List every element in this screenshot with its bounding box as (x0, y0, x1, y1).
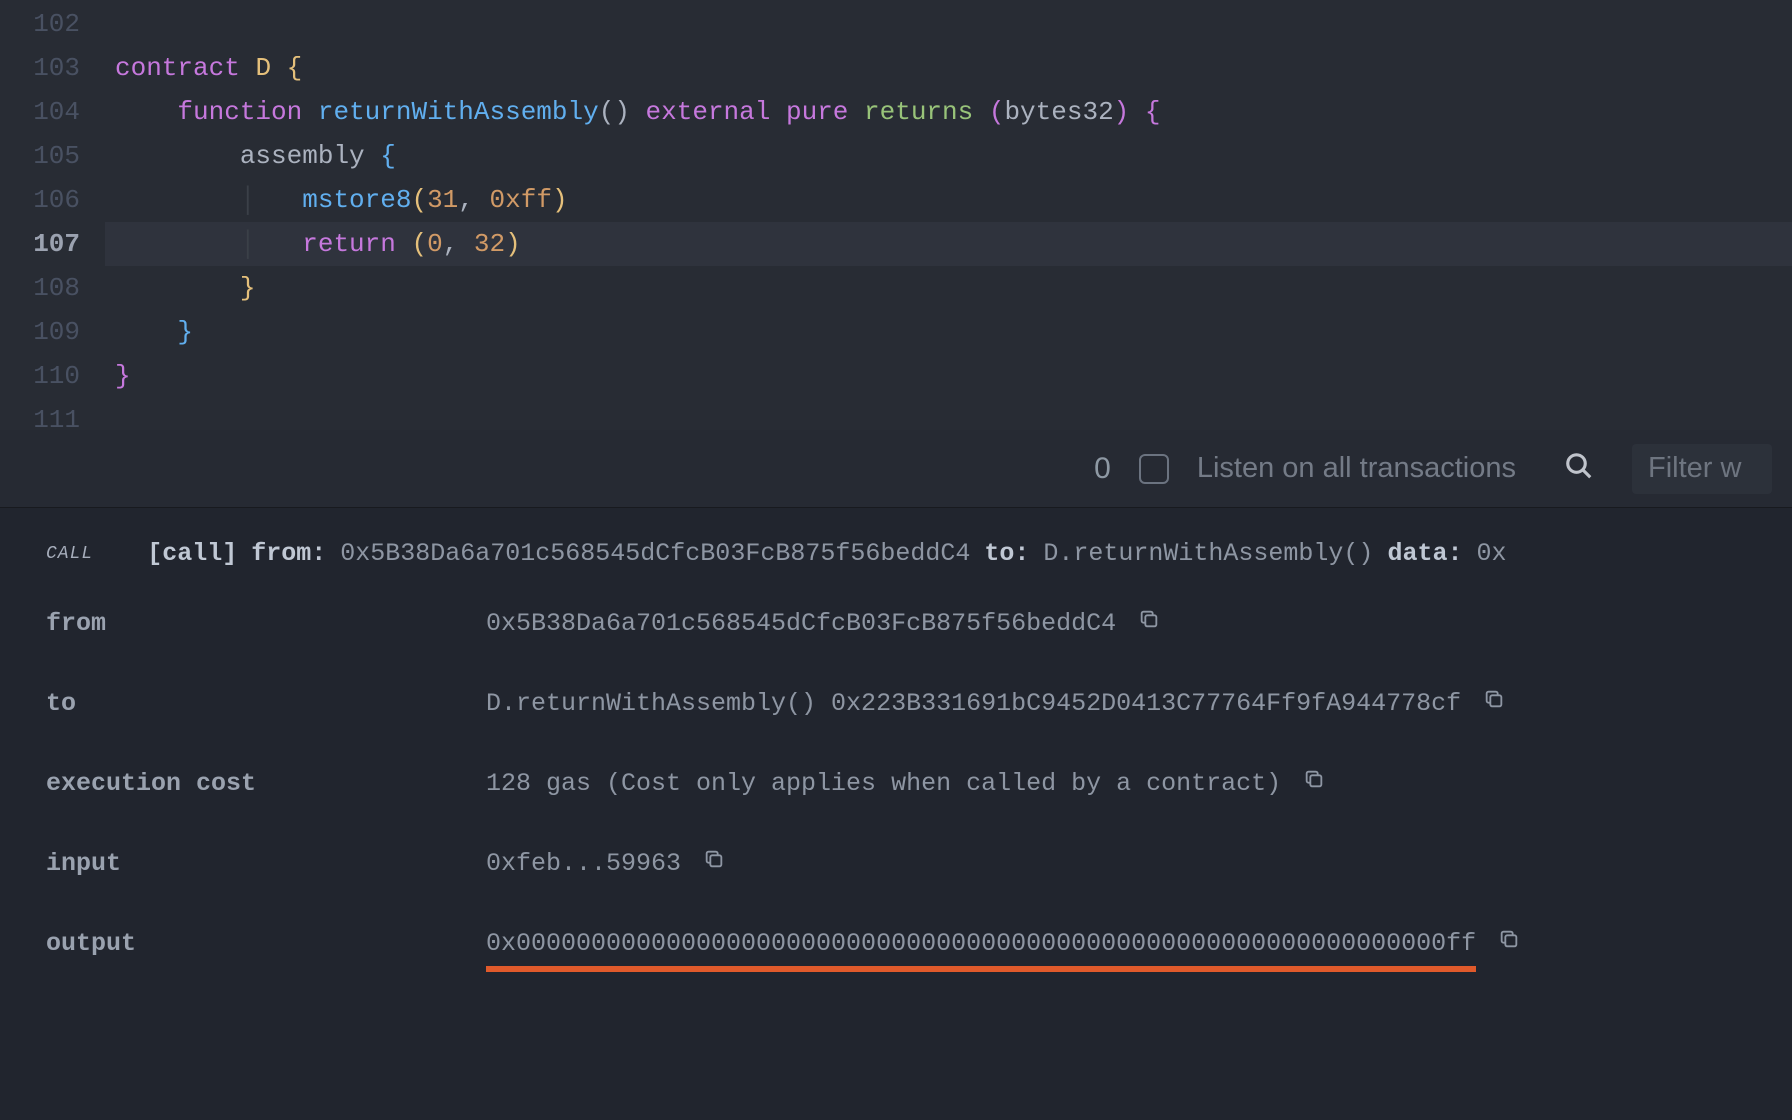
detail-cost-val: 128 gas (Cost only applies when called b… (486, 764, 1792, 804)
call-badge: CALL (46, 540, 93, 569)
summary-to-value: D.returnWithAssembly() (1043, 534, 1373, 574)
output-data: 0x00000000000000000000000000000000000000… (486, 929, 1476, 958)
copy-icon[interactable] (703, 844, 725, 884)
detail-to-key: to (46, 684, 486, 724)
summary-tag: [call] (147, 534, 237, 574)
summary-from-value: 0x5B38Da6a701c568545dCfcB03FcB875f56bedd… (340, 534, 970, 574)
line-number: 110 (0, 354, 80, 398)
line-number: 109 (0, 310, 80, 354)
line-number: 106 (0, 178, 80, 222)
copy-icon[interactable] (1498, 924, 1520, 964)
terminal-panel: 0 Listen on all transactions CALL [call]… (0, 430, 1792, 1120)
listen-all-label: Listen on all transactions (1197, 452, 1516, 485)
search-icon[interactable] (1564, 451, 1594, 486)
line-number: 103 (0, 46, 80, 90)
transaction-log: CALL [call] from: 0x5B38Da6a701c568545dC… (0, 508, 1792, 964)
code-line[interactable]: assembly { (115, 134, 1792, 178)
code-editor[interactable]: 102103104105106107108109110111 contract … (0, 0, 1792, 430)
filter-input[interactable] (1632, 444, 1772, 494)
summary-from-label: from: (251, 534, 326, 574)
code-line[interactable]: } (115, 310, 1792, 354)
copy-icon[interactable] (1303, 764, 1325, 804)
detail-input-val: 0xfeb...59963 (486, 844, 1792, 884)
code-content[interactable]: contract D { function returnWithAssembly… (105, 0, 1792, 430)
code-line[interactable]: } (115, 354, 1792, 398)
transaction-details: from 0x5B38Da6a701c568545dCfcB03FcB875f5… (46, 604, 1792, 964)
copy-icon[interactable] (1138, 604, 1160, 644)
line-number: 104 (0, 90, 80, 134)
code-line[interactable]: function returnWithAssembly() external p… (115, 90, 1792, 134)
code-line[interactable]: } (115, 266, 1792, 310)
code-line[interactable]: │ mstore8(31, 0xff) (115, 178, 1792, 222)
code-line[interactable] (115, 398, 1792, 442)
line-number: 105 (0, 134, 80, 178)
listen-all-checkbox[interactable] (1139, 454, 1169, 484)
summary-data-label: data: (1387, 534, 1462, 574)
output-highlight-underline (486, 966, 1476, 972)
pending-tx-count: 0 (1094, 452, 1111, 486)
summary-to-label: to: (984, 534, 1029, 574)
to-address: D.returnWithAssembly() 0x223B331691bC945… (486, 684, 1461, 724)
line-number: 111 (0, 398, 80, 442)
detail-from-key: from (46, 604, 486, 644)
summary-data-value: 0x (1476, 534, 1506, 574)
detail-output-key: output (46, 924, 486, 964)
execution-cost: 128 gas (Cost only applies when called b… (486, 764, 1281, 804)
line-number-gutter: 102103104105106107108109110111 (0, 0, 105, 430)
copy-icon[interactable] (1483, 684, 1505, 724)
detail-from-val: 0x5B38Da6a701c568545dCfcB03FcB875f56bedd… (486, 604, 1792, 644)
transaction-summary-row[interactable]: CALL [call] from: 0x5B38Da6a701c568545dC… (46, 534, 1792, 574)
detail-to-val: D.returnWithAssembly() 0x223B331691bC945… (486, 684, 1792, 724)
line-number: 107 (0, 222, 80, 266)
detail-input-key: input (46, 844, 486, 884)
line-number: 108 (0, 266, 80, 310)
line-number: 102 (0, 2, 80, 46)
from-address: 0x5B38Da6a701c568545dCfcB03FcB875f56bedd… (486, 604, 1116, 644)
detail-output-val: 0x00000000000000000000000000000000000000… (486, 924, 1792, 964)
code-line[interactable] (115, 2, 1792, 46)
code-line[interactable]: contract D { (115, 46, 1792, 90)
code-line[interactable]: │ return (0, 32) (105, 222, 1792, 266)
detail-cost-key: execution cost (46, 764, 486, 804)
input-data: 0xfeb...59963 (486, 844, 681, 884)
